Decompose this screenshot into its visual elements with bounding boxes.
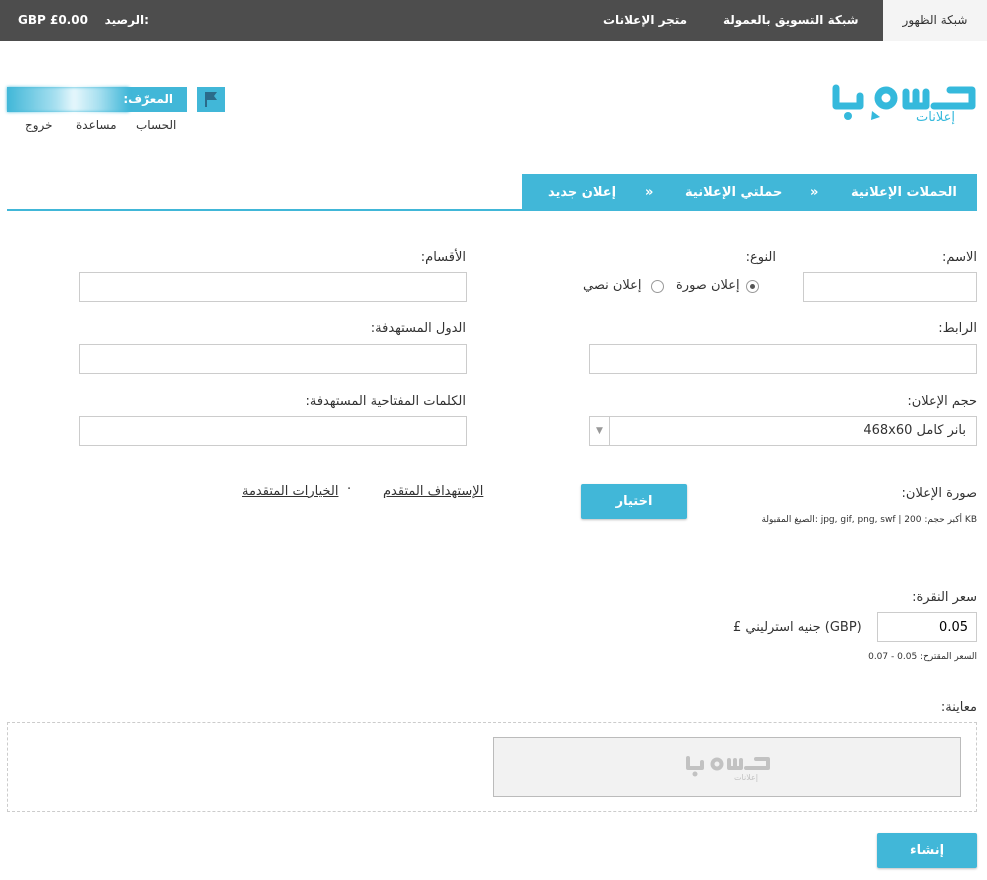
target-keywords-label: الكلمات المفتاحية المستهدفة:: [305, 394, 466, 409]
logo-subtext: إعلانات: [916, 110, 955, 125]
balance-label: الرصيد:: [104, 13, 149, 27]
suggested-price: السعر المقترح: 0.05 - 0.07: [868, 652, 977, 662]
tab-display-network[interactable]: شبكة الظهور: [883, 0, 987, 41]
help-link[interactable]: مساعدة: [76, 118, 117, 132]
breadcrumb-separator: »: [810, 185, 819, 200]
chevron-down-icon[interactable]: ▼: [590, 417, 610, 445]
banner-logo-subtext: إعلانات: [734, 773, 758, 782]
radio-text-ad[interactable]: [651, 280, 664, 293]
cpc-input[interactable]: [877, 612, 977, 642]
ad-size-value: 468x60 بانر كامل: [863, 423, 966, 438]
flag-icon: [205, 92, 217, 107]
account-link[interactable]: الحساب: [136, 118, 176, 132]
notifications-button[interactable]: [197, 87, 225, 112]
radio-text-ad-label[interactable]: إعلان نصي: [583, 278, 642, 293]
radio-image-ad[interactable]: [746, 280, 759, 293]
hsoub-ads-logo[interactable]: إعلانات: [828, 78, 980, 130]
name-input[interactable]: [803, 272, 977, 302]
tab-affiliate-network[interactable]: شبكة التسويق بالعمولة: [723, 0, 859, 41]
choose-file-button[interactable]: اختيار: [581, 484, 687, 519]
advanced-targeting-link[interactable]: الإستهداف المتقدم: [383, 484, 483, 499]
preview-banner: إعلانات: [493, 737, 961, 797]
logout-link[interactable]: خروج: [25, 118, 53, 132]
name-label: الاسم:: [942, 250, 977, 265]
user-id-value-redacted: [7, 87, 129, 112]
user-id-label: المعرّف:: [123, 92, 173, 106]
breadcrumb-separator: »: [645, 185, 654, 200]
logo-mark: [832, 84, 976, 120]
create-button[interactable]: إنشاء: [877, 833, 977, 868]
radio-image-ad-label[interactable]: إعلان صورة: [676, 278, 740, 293]
ad-size-label: حجم الإعلان:: [907, 394, 977, 409]
categories-input[interactable]: [79, 272, 467, 302]
breadcrumb-new-ad: إعلان جديد: [548, 185, 617, 200]
ad-image-label: صورة الإعلان:: [901, 486, 977, 501]
url-input[interactable]: [589, 344, 977, 374]
advanced-options-link[interactable]: الخيارات المتقدمة: [242, 484, 338, 499]
balance-value: GBP £0.00: [18, 13, 88, 27]
target-countries-input[interactable]: [79, 344, 467, 374]
accepted-formats-note: الصيغ المقبولة: jpg, gif, png, swf | أكب…: [761, 515, 977, 525]
breadcrumb-campaigns[interactable]: الحملات الإعلانية: [851, 174, 957, 211]
user-id-box: المعرّف:: [7, 87, 187, 112]
currency-label: £ جنيه استرليني (GBP): [733, 620, 862, 635]
breadcrumb-underline: [7, 209, 977, 211]
link-separator: ·: [347, 482, 352, 497]
target-keywords-input[interactable]: [79, 416, 467, 446]
ad-size-select[interactable]: ▼ 468x60 بانر كامل: [589, 416, 977, 446]
type-label: النوع:: [745, 250, 776, 265]
banner-placeholder-logo: إعلانات: [686, 756, 770, 782]
categories-label: الأقسام:: [420, 250, 466, 265]
cpc-label: سعر النقرة:: [912, 590, 977, 605]
target-countries-label: الدول المستهدفة:: [370, 321, 466, 336]
tab-ads-store[interactable]: متجر الإعلانات: [603, 0, 687, 41]
breadcrumb-my-campaign[interactable]: حملتي الإعلانية: [685, 174, 782, 211]
balance: GBP £0.00 الرصيد:: [18, 0, 149, 41]
url-label: الرابط:: [938, 321, 977, 336]
preview-label: معاينة:: [940, 700, 977, 715]
